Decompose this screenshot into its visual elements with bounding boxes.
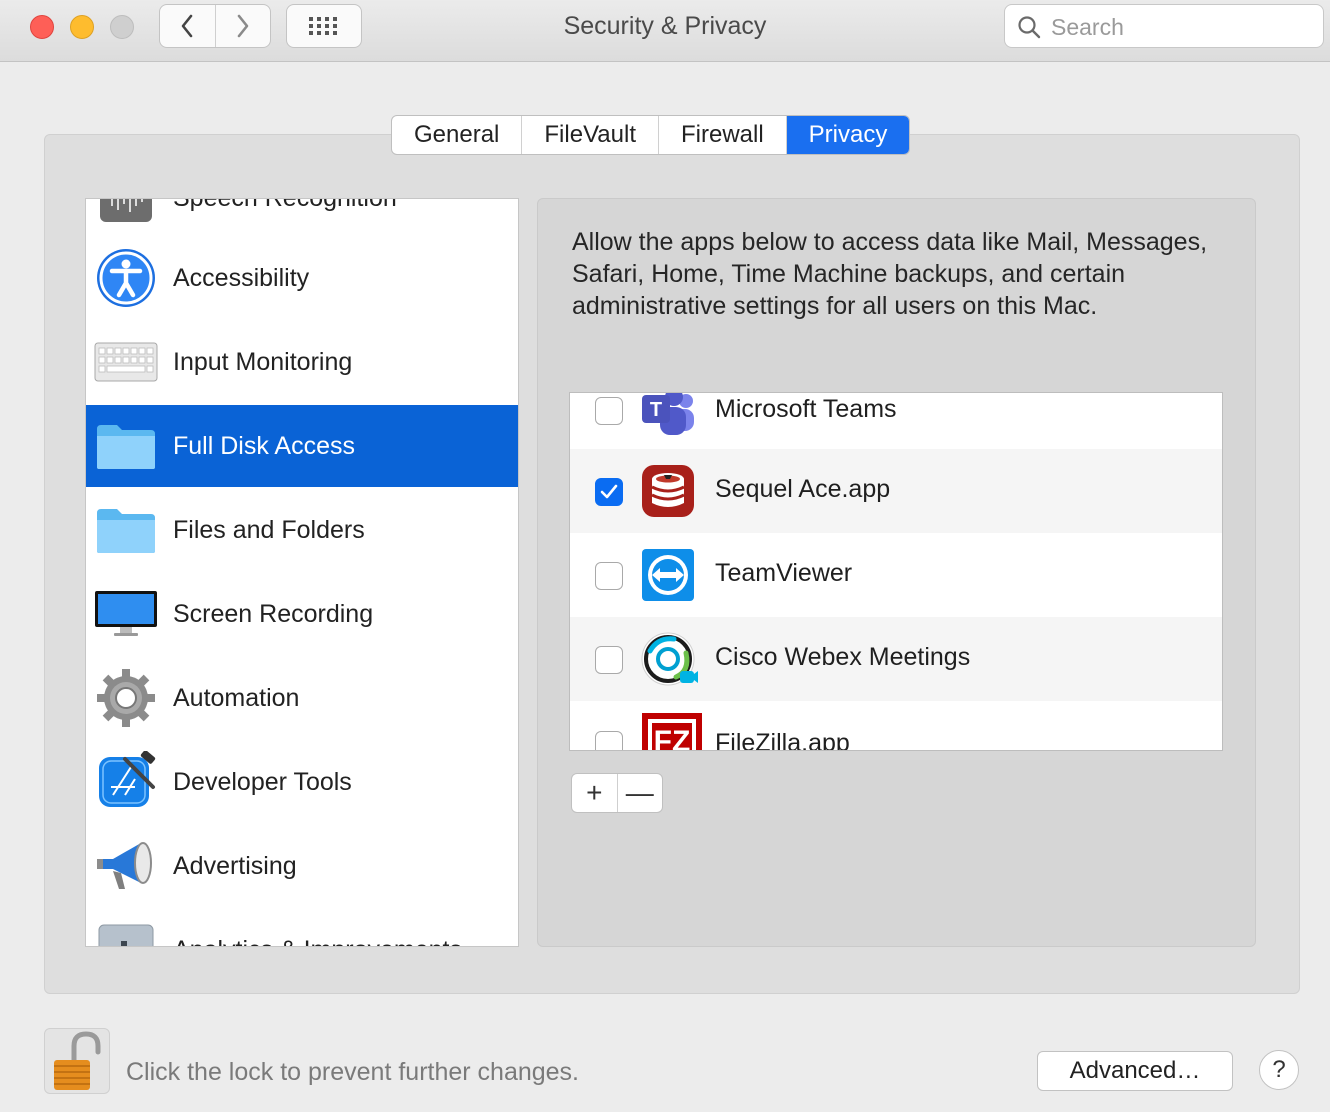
advanced-button[interactable]: Advanced… [1037, 1051, 1233, 1091]
chevron-right-icon [237, 14, 249, 38]
show-all-button[interactable] [286, 4, 362, 48]
navigation-buttons [159, 4, 271, 48]
sidebar-item-label: Analytics & Improvements [173, 936, 462, 947]
sidebar-item-full-disk-access[interactable]: Full Disk Access [86, 405, 518, 487]
app-row-microsoft-teams[interactable]: T Microsoft Teams [570, 393, 1222, 453]
bar-chart-icon [94, 918, 158, 946]
app-row-teamviewer[interactable]: TeamViewer [570, 533, 1222, 617]
tab-privacy[interactable]: Privacy [785, 116, 910, 154]
display-icon [94, 582, 158, 646]
sidebar-item-input-monitoring[interactable]: Input Monitoring [86, 321, 518, 403]
sidebar-item-label: Files and Folders [173, 515, 365, 544]
tab-bar: General FileVault Firewall Privacy [391, 115, 911, 155]
remove-app-button[interactable]: — [616, 774, 663, 812]
zoom-window-button[interactable] [110, 15, 134, 39]
sidebar-item-accessibility[interactable]: Accessibility [86, 237, 518, 319]
sidebar-item-speech-recognition[interactable]: Speech Recognition [86, 199, 518, 239]
app-row-filezilla[interactable]: FZ FileZilla.app [570, 701, 1222, 751]
close-window-button[interactable] [30, 15, 54, 39]
sidebar-item-label: Automation [173, 683, 300, 712]
app-row-cisco-webex-meetings[interactable]: Cisco Webex Meetings [570, 617, 1222, 701]
sidebar-item-label: Developer Tools [173, 767, 352, 796]
app-name: Microsoft Teams [715, 395, 897, 423]
app-name: TeamViewer [715, 559, 853, 587]
app-checkbox[interactable] [595, 397, 623, 425]
webex-icon [640, 631, 698, 687]
app-checkbox[interactable] [595, 731, 623, 750]
help-button[interactable]: ? [1259, 1050, 1299, 1090]
filezilla-icon: FZ [640, 709, 702, 751]
app-checkbox[interactable] [595, 478, 623, 506]
sidebar-item-files-and-folders[interactable]: Files and Folders [86, 489, 518, 571]
privacy-description: Allow the apps below to access data like… [572, 228, 1208, 320]
lock-button[interactable] [44, 1028, 110, 1094]
app-row-sequel-ace[interactable]: Sequel Ace.app [570, 449, 1222, 533]
tab-filevault[interactable]: FileVault [521, 116, 658, 154]
search-placeholder: Search [1051, 14, 1124, 40]
accessibility-icon [94, 246, 158, 310]
teams-icon: T [640, 393, 696, 439]
chevron-left-icon [181, 14, 193, 38]
waveform-icon [94, 199, 158, 230]
back-button[interactable] [160, 5, 215, 47]
folder-icon [94, 414, 158, 478]
add-app-button[interactable]: + [572, 774, 617, 812]
sidebar-item-advertising[interactable]: Advertising [86, 825, 518, 907]
sidebar-item-automation[interactable]: Automation [86, 657, 518, 739]
sidebar-item-label: Full Disk Access [173, 431, 355, 460]
tab-general[interactable]: General [392, 116, 521, 154]
tab-firewall[interactable]: Firewall [657, 116, 786, 154]
title-bar: Security & Privacy Search [0, 0, 1330, 62]
app-checkbox[interactable] [595, 646, 623, 674]
keyboard-icon [94, 330, 158, 394]
grid-icon [309, 17, 337, 35]
sidebar-item-screen-recording[interactable]: Screen Recording [86, 573, 518, 655]
sidebar-item-label: Speech Recognition [173, 199, 397, 213]
app-name: FileZilla.app [715, 729, 850, 751]
sidebar-item-label: Input Monitoring [173, 347, 353, 376]
lock-status-text: Click the lock to prevent further change… [126, 1058, 580, 1086]
sidebar-item-developer-tools[interactable]: Developer Tools [86, 741, 518, 823]
app-name: Sequel Ace.app [715, 475, 891, 503]
sidebar-item-label: Accessibility [173, 263, 310, 292]
teamviewer-icon [640, 547, 696, 603]
checkmark-icon [600, 484, 618, 499]
xcode-icon [94, 750, 158, 814]
svg-text:FZ: FZ [654, 725, 691, 751]
list-add-remove-control: + — [571, 773, 663, 813]
folder-icon [94, 498, 158, 562]
svg-text:T: T [650, 399, 662, 421]
unlocked-padlock-icon [54, 1031, 101, 1090]
sidebar-item-label: Advertising [173, 851, 297, 880]
gear-icon [94, 666, 158, 730]
search-field[interactable]: Search [1004, 4, 1324, 48]
app-permission-list[interactable]: T Microsoft Teams Sequel Ace.app TeamVie… [569, 392, 1223, 751]
forward-button[interactable] [214, 5, 271, 47]
database-icon [640, 463, 696, 519]
app-name: Cisco Webex Meetings [715, 643, 971, 671]
minimize-window-button[interactable] [70, 15, 94, 39]
search-icon [1018, 16, 1041, 39]
sidebar-item-label: Screen Recording [173, 599, 374, 628]
privacy-category-list[interactable]: Speech Recognition Accessibility Input M… [85, 198, 519, 947]
app-checkbox[interactable] [595, 562, 623, 590]
sidebar-item-analytics-and-improvements[interactable]: Analytics & Improvements [86, 909, 518, 947]
megaphone-icon [94, 834, 158, 898]
